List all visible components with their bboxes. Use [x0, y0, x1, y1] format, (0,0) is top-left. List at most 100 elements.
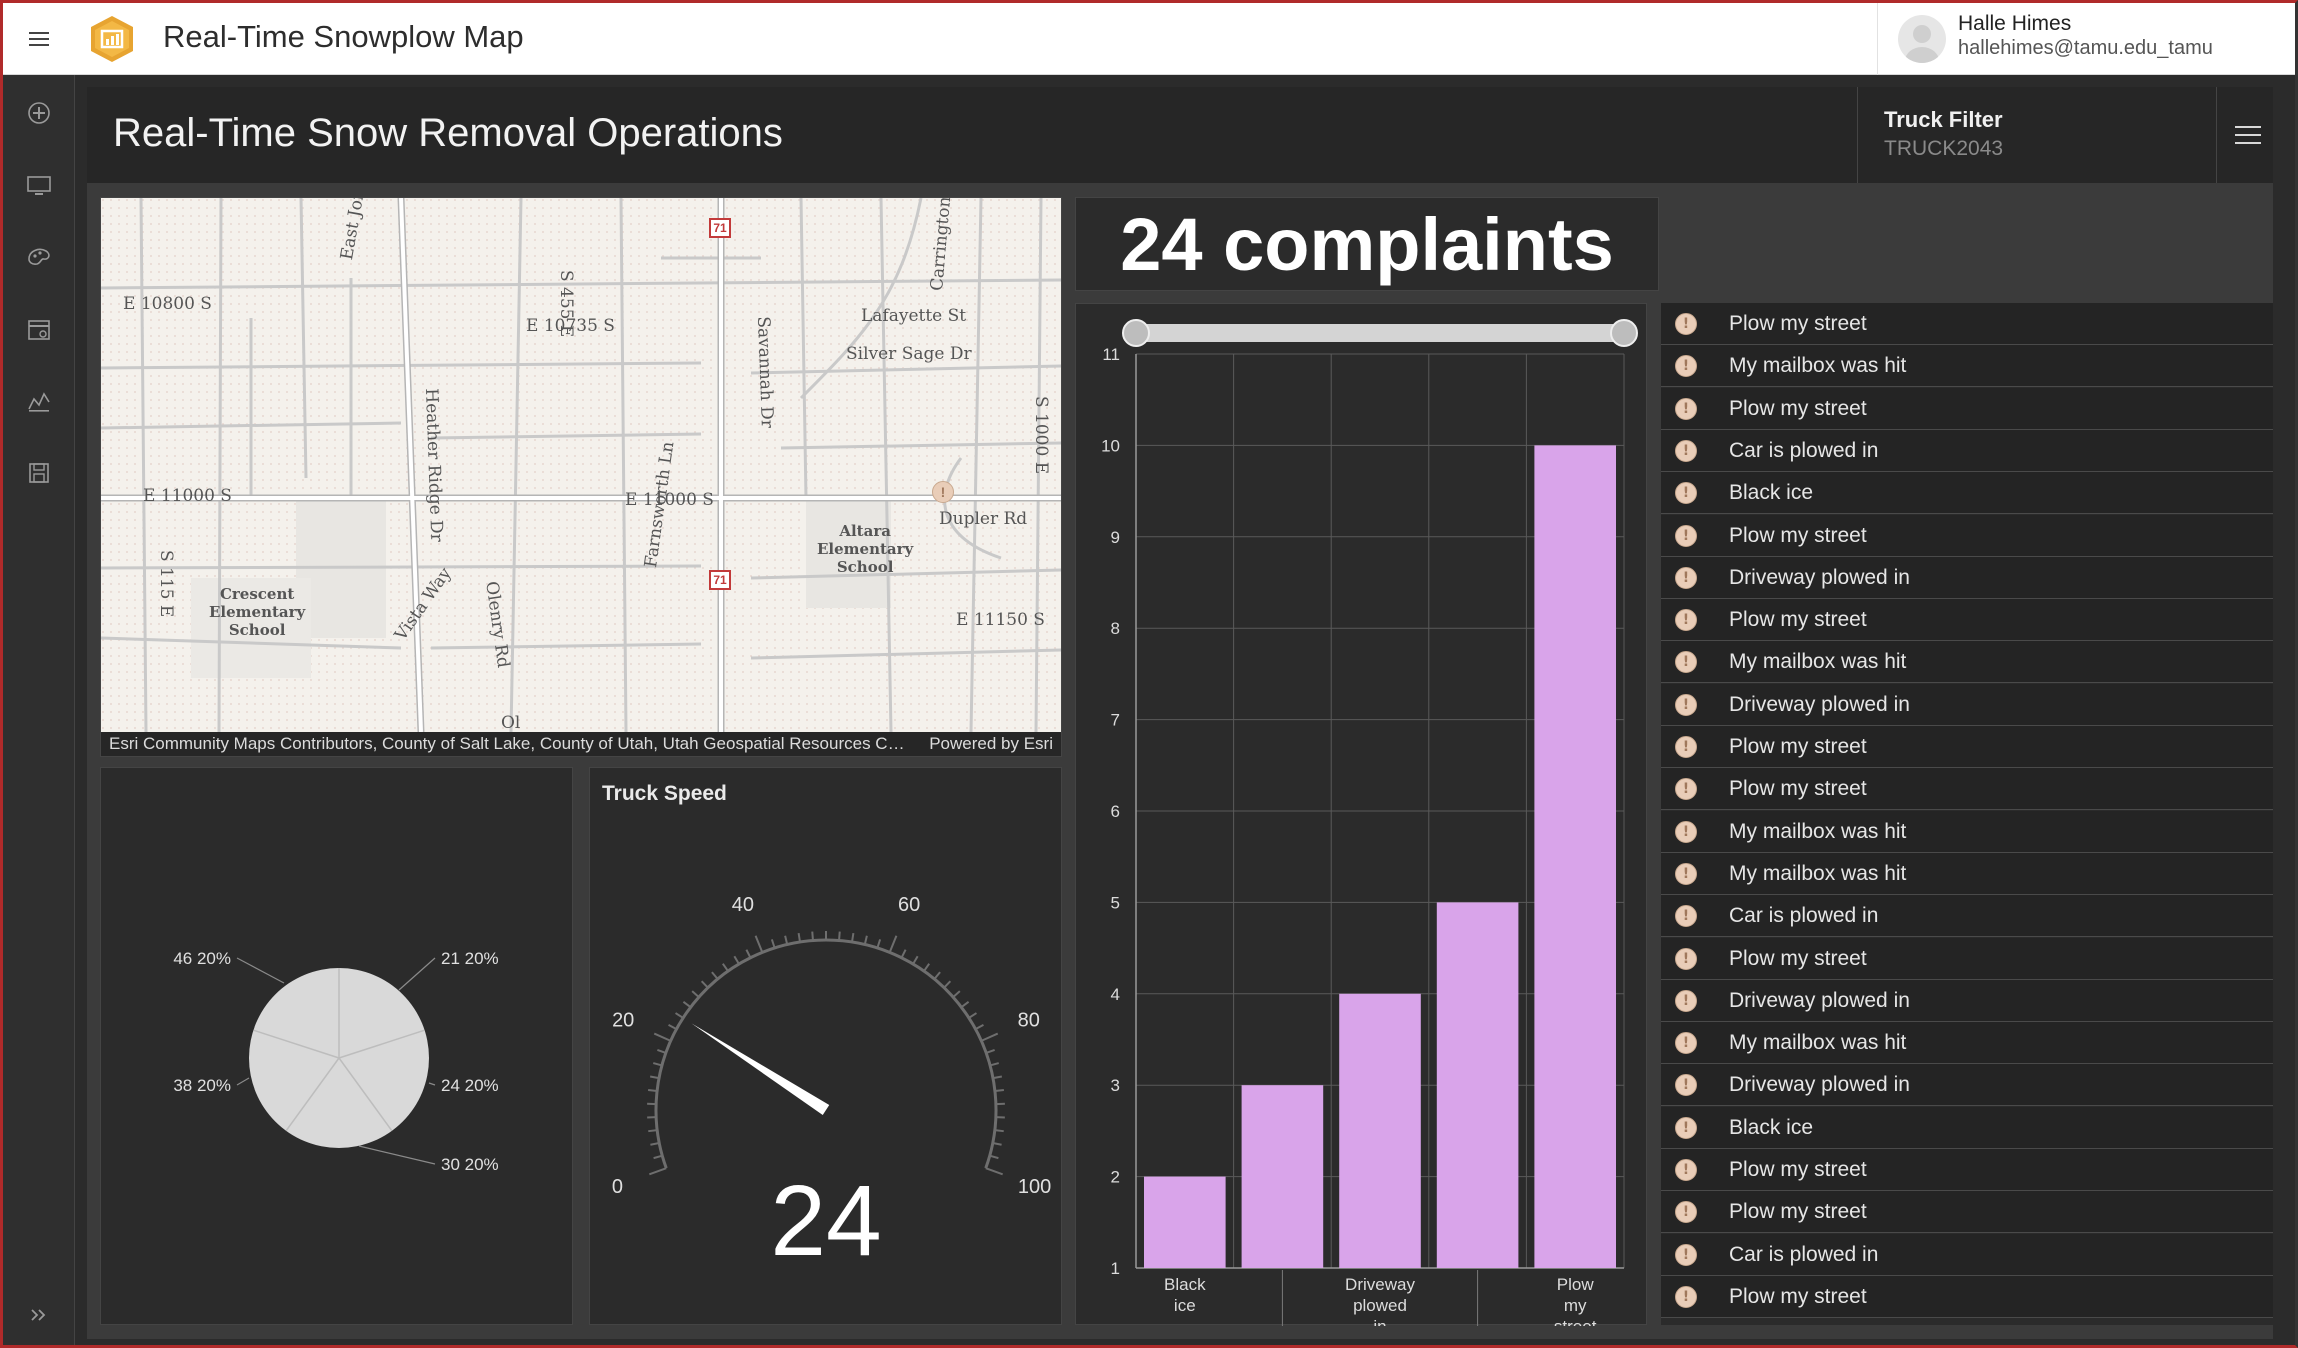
list-item[interactable]: Plow my street [1661, 1275, 2273, 1318]
alert-icon [1675, 1116, 1697, 1139]
list-item-label: Car is plowed in [1729, 438, 1879, 462]
range-slider-handle[interactable] [1122, 319, 1150, 347]
list-item[interactable]: Plow my street [1661, 514, 2273, 557]
pie-leader-line [398, 957, 436, 991]
gauge-tick [674, 1012, 684, 1019]
gauge-value: 24 [770, 1165, 881, 1277]
bar[interactable] [1144, 1176, 1226, 1268]
dashboard-menu-icon[interactable] [2233, 121, 2263, 149]
gauge-tick [733, 955, 740, 965]
map-label: Lafayette St [861, 306, 967, 326]
gauge-tick [653, 1032, 672, 1042]
route-shield: 71 [709, 218, 731, 238]
powered-by-esri[interactable]: Powered by Esri [929, 734, 1053, 754]
map-label: E 10800 S [123, 294, 212, 314]
list-item[interactable]: Driveway plowed in [1661, 979, 2273, 1022]
y-tick-label: 9 [1111, 528, 1120, 547]
gauge-tick [985, 1049, 995, 1054]
list-item[interactable]: Plow my street [1661, 1149, 2273, 1191]
top-app-bar: Real-Time Snowplow Map Halle Himes halle… [3, 3, 2295, 75]
x-tick-label: Black ice [1164, 1275, 1206, 1315]
range-slider-track[interactable] [1134, 324, 1624, 342]
bar[interactable] [1339, 993, 1421, 1268]
pie-label: 30 20% [441, 1155, 499, 1174]
list-item-label: My mailbox was hit [1729, 1031, 1907, 1055]
gauge-title: Truck Speed [602, 782, 727, 805]
list-item[interactable]: Plow my street [1661, 387, 2273, 430]
alert-icon [1675, 989, 1697, 1012]
chart-icon[interactable] [25, 387, 53, 415]
map-label: Silver Sage Dr [846, 344, 972, 364]
palette-icon[interactable] [25, 243, 53, 271]
list-item[interactable]: My mailbox was hit [1661, 345, 2273, 388]
monitor-icon[interactable] [25, 171, 53, 199]
school-label: Crescent Elementary School [209, 585, 306, 639]
pie-leader-line [236, 957, 285, 984]
list-item[interactable]: Black ice [1661, 1106, 2273, 1149]
dashboard: Real-Time Snow Removal Operations Truck … [87, 87, 2273, 1345]
list-item[interactable]: Driveway plowed in [1661, 1064, 2273, 1107]
map-view[interactable]: E 10800 S E 10735 S Lafayette St Silver … [101, 198, 1061, 732]
list-item[interactable]: Plow my street [1661, 599, 2273, 642]
complaint-marker-icon[interactable]: ! [932, 481, 954, 503]
bar[interactable] [1241, 1085, 1324, 1268]
gauge-tick [811, 931, 814, 941]
list-item[interactable]: My mailbox was hit [1661, 641, 2273, 684]
list-item-label: My mailbox was hit [1729, 650, 1907, 674]
list-item[interactable]: Driveway plowed in [1661, 683, 2273, 726]
list-item[interactable]: Plow my street [1661, 1191, 2273, 1234]
list-item-label: Driveway plowed in [1729, 988, 1910, 1012]
bar[interactable] [1436, 902, 1519, 1268]
list-item[interactable]: Plow my street [1661, 726, 2273, 768]
truck-filter[interactable]: Truck Filter TRUCK2043 [1857, 87, 2217, 183]
avatar[interactable] [1898, 15, 1946, 63]
gauge-tick [745, 949, 752, 959]
y-tick-label: 2 [1111, 1168, 1120, 1187]
calendar-icon[interactable] [25, 315, 53, 343]
list-item[interactable]: My mailbox was hit [1661, 852, 2273, 895]
list-item[interactable]: My mailbox was hit [1661, 810, 2273, 853]
truck-filter-value[interactable]: TRUCK2043 [1884, 137, 2003, 161]
gauge-tick [648, 1089, 658, 1093]
gauge-tick [648, 1129, 658, 1133]
list-item[interactable]: Driveway plowed in [1661, 556, 2273, 599]
range-slider-handle[interactable] [1610, 319, 1638, 347]
alert-icon [1675, 524, 1697, 547]
add-icon[interactable] [25, 99, 53, 127]
y-tick-label: 6 [1111, 802, 1120, 821]
y-tick-label: 5 [1111, 893, 1120, 912]
user-menu[interactable]: Halle Himes hallehimes@tamu.edu_tamu [1877, 3, 2295, 75]
gauge-tick [784, 935, 789, 945]
y-tick-label: 8 [1111, 619, 1120, 638]
app-window: Real-Time Snowplow Map Halle Himes halle… [0, 0, 2298, 1348]
list-item[interactable]: Black ice [1661, 472, 2273, 515]
alert-icon [1675, 566, 1697, 589]
y-tick-label: 7 [1111, 711, 1120, 730]
list-item[interactable]: My mailbox was hit [1661, 1022, 2273, 1065]
list-item[interactable]: Car is plowed in [1661, 429, 2273, 472]
gauge-tick [968, 1012, 978, 1019]
list-item[interactable]: Car is plowed in [1661, 895, 2273, 938]
truck-speed-panel: Truck Speed 0 20 40 60 80 100 24 [589, 767, 1062, 1325]
school-label: Altara Elementary School [817, 522, 914, 576]
expand-icon[interactable] [25, 1301, 53, 1329]
bar[interactable] [1534, 445, 1616, 1268]
menu-icon[interactable] [25, 25, 53, 53]
save-icon[interactable] [25, 459, 53, 487]
list-item-label: Driveway plowed in [1729, 565, 1910, 589]
list-item[interactable]: Plow my street [1661, 937, 2273, 980]
gauge-arc [654, 938, 998, 1169]
map-streets [101, 198, 1061, 732]
gauge-tick [876, 939, 882, 949]
gauge-tick [992, 1075, 1003, 1080]
gauge-tick [691, 990, 700, 998]
list-item-label: Plow my street [1729, 1158, 1867, 1181]
list-item[interactable]: Plow my street [1661, 303, 2273, 345]
y-tick-label: 11 [1102, 345, 1120, 364]
gauge-tick [863, 935, 868, 945]
alert-icon [1675, 355, 1697, 378]
list-item[interactable]: Plow my street [1661, 768, 2273, 811]
list-item[interactable]: Car is plowed in [1661, 1233, 2273, 1276]
gauge-tick-label: 60 [898, 894, 920, 916]
map-panel[interactable]: E 10800 S E 10735 S Lafayette St Silver … [100, 197, 1062, 757]
